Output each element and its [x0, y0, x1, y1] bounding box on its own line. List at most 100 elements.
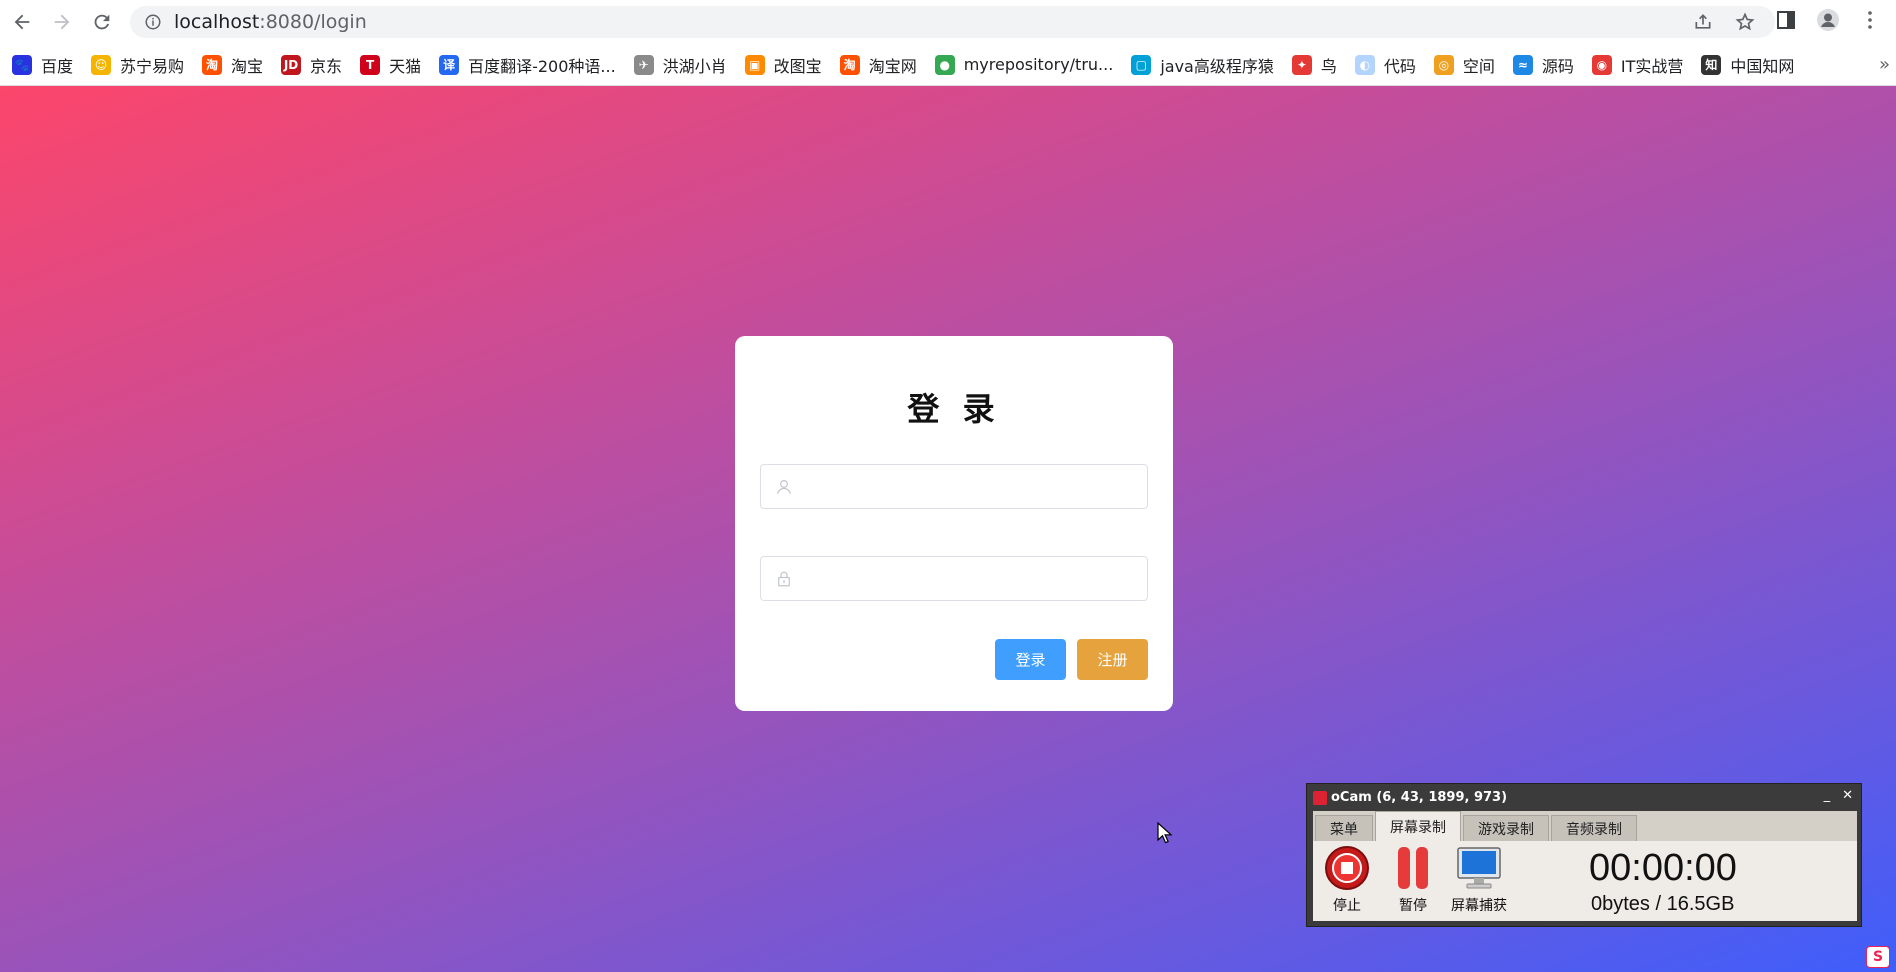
- register-button[interactable]: 注册: [1077, 639, 1148, 680]
- forward-arrow-icon: [54, 14, 70, 30]
- side-panel-icon[interactable]: [1774, 8, 1798, 32]
- ocam-body: 停止 暂停 屏幕捕获 00:00:00 0bytes / 16.5GB: [1313, 841, 1857, 921]
- back-button[interactable]: [4, 4, 40, 40]
- code-icon: ◐: [1354, 54, 1375, 75]
- bookmark-label: 淘宝: [231, 56, 264, 76]
- tmall-icon: T: [360, 54, 381, 75]
- bookmark-item[interactable]: ▢ java高级程序猿: [1131, 53, 1274, 77]
- stop-label: 停止: [1333, 898, 1361, 914]
- ocam-titlebar[interactable]: oCam (6, 43, 1899, 973): [1307, 784, 1861, 811]
- bookmark-item[interactable]: JD 京东: [281, 53, 342, 77]
- monitor-icon: [1457, 847, 1501, 889]
- ocam-logo-icon: [1313, 790, 1327, 805]
- bilibili-icon: ▢: [1131, 54, 1152, 75]
- pause-button[interactable]: 暂停: [1383, 845, 1443, 915]
- bookmark-item[interactable]: ◉ IT实战营: [1591, 53, 1683, 77]
- bookmark-label: myrepository/tru...: [963, 55, 1114, 74]
- tab-audio-record[interactable]: 音频录制: [1551, 815, 1637, 841]
- username-field[interactable]: [760, 464, 1148, 509]
- chrome-icon: ●: [934, 54, 955, 75]
- bookmark-label: 百度翻译-200种语...: [468, 56, 616, 76]
- ime-indicator-icon[interactable]: S: [1866, 946, 1890, 968]
- bookmark-label: java高级程序猿: [1160, 56, 1274, 76]
- bookmark-item[interactable]: 淘淘宝网: [839, 53, 917, 77]
- space-icon: ◎: [1433, 54, 1454, 75]
- bookmark-label: 代码: [1383, 56, 1416, 76]
- bookmarks-bar: 🐾 百度 ☺ 苏宁易购淘淘宝 JD 京东 T 天猫译百度翻译-200种语... ✈ 洪湖小肖 ▣ 改图…: [0, 44, 1896, 86]
- forward-button[interactable]: [44, 4, 80, 40]
- back-arrow-icon: [14, 14, 30, 30]
- user-icon: [777, 479, 791, 494]
- bookmark-label: 百度: [41, 56, 74, 76]
- bookmark-label: 淘宝网: [868, 56, 917, 76]
- gaitubao-icon: ▣: [744, 54, 765, 75]
- bookmark-item[interactable]: ◐ 代码: [1354, 53, 1416, 77]
- url-path: :8080/login: [259, 11, 367, 33]
- ocam-tabs: 菜单 屏幕录制 游戏录制 音频录制: [1313, 811, 1857, 841]
- pause-icon: [1398, 847, 1428, 889]
- login-button[interactable]: 登录: [995, 639, 1066, 680]
- password-field[interactable]: [760, 556, 1148, 601]
- close-icon[interactable]: ✕: [1842, 788, 1853, 803]
- bookmark-label: 鸟: [1320, 56, 1337, 76]
- taobao-icon: 淘: [839, 54, 860, 75]
- bookmarks-overflow-icon[interactable]: »: [1879, 54, 1890, 75]
- jd-icon: JD: [281, 54, 302, 75]
- bookmark-label: 中国知网: [1730, 56, 1795, 76]
- profile-avatar-icon[interactable]: [1816, 8, 1840, 32]
- paw-icon: 🐾: [12, 54, 32, 75]
- fish-icon: ≈: [1512, 54, 1533, 75]
- bookmark-item[interactable]: ● myrepository/tru...: [934, 54, 1114, 75]
- minimize-icon[interactable]: _: [1824, 788, 1831, 803]
- password-input[interactable]: [801, 557, 1147, 600]
- it-icon: ◉: [1591, 54, 1612, 75]
- url-host: localhost: [174, 11, 260, 33]
- tab-menu[interactable]: 菜单: [1315, 815, 1373, 841]
- bookmark-label: 洪湖小肖: [662, 56, 727, 76]
- stop-button[interactable]: 停止: [1317, 845, 1377, 915]
- tab-game-record[interactable]: 游戏录制: [1463, 815, 1549, 841]
- bookmark-label: 改图宝: [773, 56, 822, 76]
- lock-icon: [778, 571, 790, 586]
- ocam-title: oCam (6, 43, 1899, 973): [1331, 790, 1508, 805]
- reload-icon: [94, 14, 110, 30]
- bookmark-item[interactable]: T 天猫: [360, 53, 421, 77]
- capture-label: 屏幕捕获: [1451, 898, 1507, 914]
- record-timer: 00:00:00: [1589, 847, 1737, 889]
- record-size: 0bytes / 16.5GB: [1591, 893, 1735, 915]
- bookmark-item[interactable]: 淘淘宝: [202, 53, 263, 77]
- more-menu-icon[interactable]: [1858, 8, 1882, 32]
- bookmark-label: 天猫: [389, 56, 422, 76]
- ocam-window: oCam (6, 43, 1899, 973) _ ✕ 菜单 屏幕录制 游戏录制…: [1306, 783, 1862, 927]
- username-input[interactable]: [801, 465, 1147, 508]
- bird-icon: ✈: [633, 54, 654, 75]
- bird-icon: ✦: [1291, 54, 1312, 75]
- info-icon[interactable]: [144, 13, 162, 31]
- bookmark-label: 京东: [310, 56, 343, 76]
- mouse-cursor-icon: [1157, 822, 1173, 844]
- bookmark-item[interactable]: ≈ 源码: [1512, 53, 1574, 77]
- bookmark-item[interactable]: ◎ 空间: [1433, 53, 1495, 77]
- bookmark-item[interactable]: 🐾 百度: [12, 53, 73, 77]
- bookmark-item[interactable]: ✦ 鸟: [1291, 53, 1337, 77]
- bookmark-label: 源码: [1541, 56, 1574, 76]
- bookmark-item[interactable]: ✈ 洪湖小肖: [633, 53, 727, 77]
- login-card: 登 录 登录 注册: [735, 336, 1173, 711]
- translate-icon: 译: [439, 54, 460, 75]
- tab-screen-record[interactable]: 屏幕录制: [1375, 811, 1461, 841]
- bookmark-item[interactable]: ☺ 苏宁易购: [91, 53, 184, 77]
- bookmark-item[interactable]: 知中国知网: [1701, 53, 1794, 77]
- url-text[interactable]: localhost:8080/login: [174, 11, 367, 33]
- browser-toolbar: localhost:8080/login: [0, 0, 1896, 44]
- bookmark-label: 空间: [1462, 56, 1495, 76]
- reload-button[interactable]: [84, 4, 120, 40]
- share-icon[interactable]: [1693, 12, 1713, 32]
- suning-icon: ☺: [91, 54, 112, 75]
- bookmark-item[interactable]: 译百度翻译-200种语...: [439, 53, 616, 77]
- bookmark-star-icon[interactable]: [1735, 12, 1755, 32]
- bookmark-item[interactable]: ▣ 改图宝: [744, 53, 822, 77]
- address-bar[interactable]: localhost:8080/login: [130, 6, 1775, 38]
- login-title: 登 录: [907, 390, 1001, 428]
- stop-icon: [1325, 846, 1369, 890]
- screen-capture-button[interactable]: 屏幕捕获: [1449, 845, 1509, 915]
